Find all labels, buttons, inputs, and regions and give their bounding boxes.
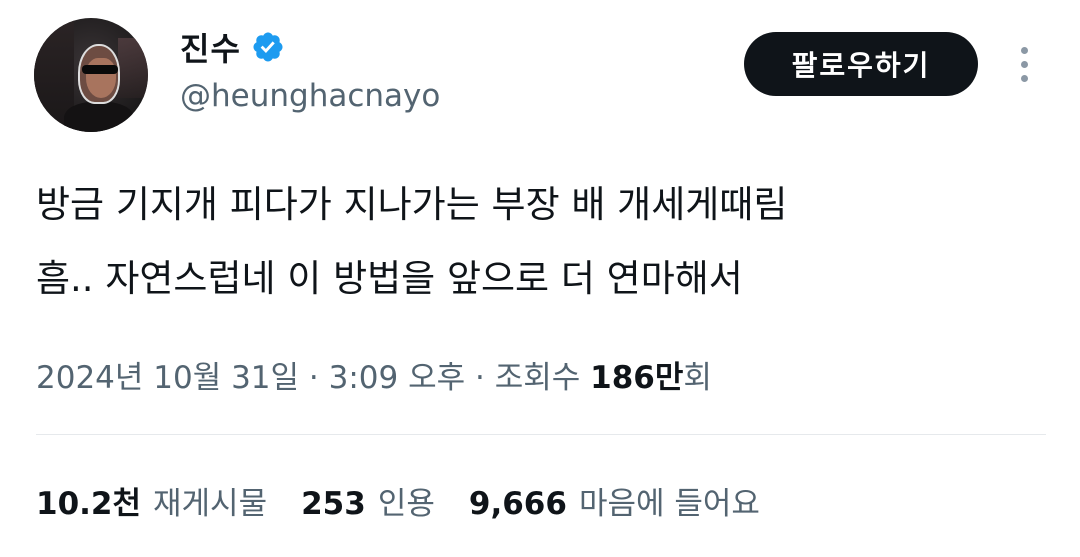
tweet-text-line: 방금 기지개 피다가 지나가는 부장 배 개세게때림 [36,183,788,226]
tweet-text-line: 흠.. 자연스럽네 이 방법을 앞으로 더 연마해서 [36,257,743,300]
reposts-label: 재게시물 [153,486,268,522]
avatar-face [86,58,116,98]
tweet-text: 방금 기지개 피다가 지나가는 부장 배 개세게때림 흠.. 자연스럽네 이 방… [36,168,1046,316]
divider [36,434,1046,435]
dot [1020,74,1028,82]
engagement-stats: 10.2천 재게시물 253 인용 9,666 마음에 들어요 [36,478,794,523]
follow-button[interactable]: 팔로우하기 [744,32,978,96]
tweet-time[interactable]: 3:09 오후 [329,360,466,396]
views-count[interactable]: 186만 [590,360,683,396]
quotes-label: 인용 [377,486,435,522]
more-vertical-icon[interactable] [1010,42,1038,86]
tweet-date[interactable]: 2024년 10월 31일 [36,360,299,396]
avatar[interactable] [34,18,148,132]
avatar-background-light [118,38,148,98]
views-label: 조회수 [494,360,591,396]
meta-separator: · [299,360,329,396]
author-display-name[interactable]: 진수 [180,24,241,70]
tweet-card: 진수 @heunghacnayo 팔로우하기 방금 기지개 피다가 지나가는 부… [0,0,1080,557]
likes-label: 마음에 들어요 [578,486,760,522]
likes-count: 9,666 [468,486,567,522]
tweet-meta: 2024년 10월 31일 · 3:09 오후 · 조회수 186만회 [36,352,712,397]
dot [1020,60,1028,68]
verified-badge-icon [253,32,283,62]
dot [1020,46,1028,54]
quotes-count: 253 [301,486,366,522]
reposts-stat[interactable]: 10.2천 재게시물 [36,478,267,523]
views-suffix: 회 [683,360,712,396]
avatar-sunglasses [82,65,118,74]
author-handle[interactable]: @heunghacnayo [180,78,440,114]
quotes-stat[interactable]: 253 인용 [301,478,435,523]
meta-separator: · [465,360,495,396]
reposts-count: 10.2천 [36,486,142,522]
author-name-row: 진수 [180,24,285,70]
likes-stat[interactable]: 9,666 마음에 들어요 [469,478,760,523]
avatar-body [64,102,134,132]
